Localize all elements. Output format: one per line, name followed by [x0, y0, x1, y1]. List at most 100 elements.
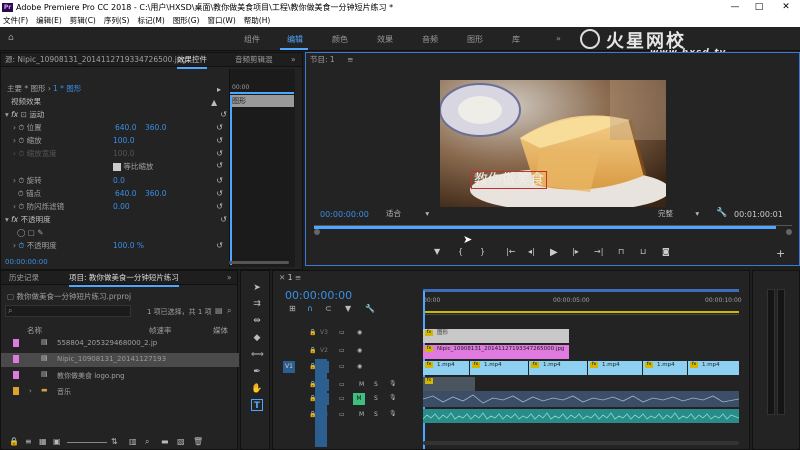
add-marker-icon[interactable]: ▼	[434, 247, 440, 256]
antiflicker-reset-icon[interactable]: ↺	[216, 201, 223, 213]
nipic-image-clip[interactable]: fx Nipic_10908131_20141127193347265000.jp…	[423, 345, 569, 359]
slip-tool-icon[interactable]: ⟺	[251, 349, 264, 361]
workspace-more-button[interactable]: »	[556, 34, 561, 43]
a3-sync-icon[interactable]: ▭	[339, 411, 345, 418]
step-forward-icon[interactable]: |▸	[572, 247, 579, 256]
panel-more-icon[interactable]: »	[291, 53, 296, 67]
audio-clip[interactable]: fx	[423, 377, 475, 391]
workspace-tab-editing[interactable]: 编辑	[287, 34, 303, 45]
list-item[interactable]: › ▬ 音乐	[1, 385, 239, 399]
scale-value[interactable]: 100.0	[113, 135, 134, 147]
find-icon[interactable]: ⌕	[227, 306, 231, 316]
tab-history[interactable]: 历史记录	[9, 273, 39, 282]
opacity-section-reset-icon[interactable]: ↺	[220, 214, 227, 226]
v2-lock-icon[interactable]: 🔒	[309, 347, 316, 354]
a3-mic-icon[interactable]: 🎙	[389, 410, 397, 417]
mark-in-icon[interactable]: {	[458, 247, 463, 256]
anchor-y-value[interactable]: 360.0	[145, 188, 166, 200]
new-search-bin-icon[interactable]: ▤	[215, 306, 223, 315]
quality-dropdown[interactable]: 完整 ▾	[658, 208, 708, 219]
anchor-x-value[interactable]: 640.0	[115, 188, 136, 200]
automate-sequence-icon[interactable]: ▥	[129, 437, 137, 446]
video-clip[interactable]: fx 1.mp4	[588, 361, 642, 375]
pen-tool-icon[interactable]: ✒	[251, 366, 263, 378]
motion-reset-icon[interactable]: ↺	[220, 109, 227, 121]
scroll-up-icon[interactable]: ▲	[211, 98, 217, 107]
graphic-clip[interactable]: fx 图形	[423, 329, 569, 343]
audio-clip[interactable]	[423, 391, 739, 407]
home-icon[interactable]: ⌂	[8, 33, 14, 43]
a3-solo[interactable]: S	[374, 411, 378, 418]
delete-icon[interactable]: 🗑	[193, 437, 203, 446]
go-to-out-icon[interactable]: →|	[594, 247, 603, 256]
a2-mic-icon[interactable]: 🎙	[389, 394, 397, 401]
menu-markers[interactable]: 标记(M)	[137, 15, 164, 26]
export-frame-camera-icon[interactable]: ◙	[662, 247, 670, 256]
antiflicker-value[interactable]: 0.00	[113, 201, 130, 213]
timeline-v-scrollbar[interactable]	[739, 323, 743, 433]
opacity-section-row[interactable]: ▾ fx 不透明度 ↺	[5, 214, 233, 226]
icon-view-icon[interactable]: ▦	[39, 437, 47, 446]
master-clip-select[interactable]: 主要 * 图形	[7, 84, 46, 93]
timeline-ruler[interactable]: 00:00 00:00:05:00 00:00:10:00	[423, 289, 742, 315]
v1-source-patch[interactable]: V1	[283, 361, 295, 373]
lock-icon[interactable]: 🔒	[9, 437, 19, 446]
selection-tool-icon[interactable]: ➤	[251, 282, 263, 294]
hand-tool-icon[interactable]: ✋	[251, 383, 263, 395]
list-item-selected[interactable]: ▤ Nipic_10908131_20141127193	[1, 353, 239, 367]
a2-mute[interactable]: M	[353, 393, 365, 405]
linked-selection-icon[interactable]: ⊂	[325, 304, 332, 313]
v1-sync-icon[interactable]: ▭	[339, 363, 345, 370]
project-more-icon[interactable]: »	[227, 271, 232, 285]
timeline-settings-icon[interactable]: 🔧	[365, 304, 375, 313]
work-area-bar[interactable]	[423, 311, 739, 313]
a2-solo[interactable]: S	[374, 395, 378, 402]
menu-edit[interactable]: 编辑(E)	[36, 15, 62, 26]
sort-icon[interactable]: ⇅	[111, 437, 118, 446]
program-timecode[interactable]: 00:00:00:00	[320, 210, 369, 219]
uniform-scale-row[interactable]: 等比缩放	[113, 161, 153, 173]
a1-solo[interactable]: S	[374, 381, 378, 388]
a1-mute[interactable]: M	[359, 381, 364, 388]
effect-controls-timecode[interactable]: 00:00:00:00	[5, 258, 48, 266]
sequence-clip-select[interactable]: 1 * 图形	[53, 83, 81, 95]
menu-file[interactable]: 文件(F)	[3, 15, 28, 26]
scale-width-reset-icon[interactable]: ↺	[216, 148, 223, 160]
scale-reset-icon[interactable]: ↺	[216, 135, 223, 147]
button-editor-plus-icon[interactable]: +	[776, 247, 785, 260]
motion-row[interactable]: ▾ fx ⊡ 运动 ↺	[5, 109, 233, 121]
workspace-tab-color[interactable]: 颜色	[332, 34, 348, 45]
type-tool-icon[interactable]: T	[251, 399, 263, 411]
timeline-zoom-bar[interactable]	[423, 289, 739, 292]
position-y-value[interactable]: 360.0	[145, 122, 166, 134]
step-back-icon[interactable]: ◂|	[528, 247, 535, 256]
a2-sync-icon[interactable]: ▭	[339, 395, 345, 402]
menu-help[interactable]: 帮助(H)	[244, 15, 271, 26]
rotation-value[interactable]: 0.0	[113, 175, 125, 187]
rotation-reset-icon[interactable]: ↺	[216, 175, 223, 187]
video-clip[interactable]: fx 1.mp4	[643, 361, 687, 375]
video-clip[interactable]: fx 1.mp4	[423, 361, 469, 375]
scrub-start-handle[interactable]	[314, 229, 320, 235]
video-clip[interactable]: fx 1.mp4	[688, 361, 739, 375]
anchor-reset-icon[interactable]: ↺	[216, 188, 223, 200]
a1-mic-icon[interactable]: 🎙	[389, 380, 397, 387]
program-video-frame[interactable]: 教你做美食	[440, 80, 666, 207]
column-name[interactable]: 名称	[27, 325, 42, 336]
v2-eye-icon[interactable]: ◉	[357, 347, 362, 354]
rectangle-mask-icon[interactable]: ▢	[28, 228, 35, 237]
freeform-view-icon[interactable]: ▣	[53, 437, 61, 446]
minimize-button[interactable]: —	[722, 0, 748, 14]
add-marker-timeline-icon[interactable]: ▼	[345, 304, 351, 313]
effect-timeline-clip[interactable]: 图形	[230, 95, 294, 107]
opacity-reset-icon[interactable]: ↺	[216, 240, 223, 252]
list-item[interactable]: ▤ 教你做美食 logo.png	[1, 369, 239, 383]
tab-project[interactable]: 项目: 教你做美食一分钟短片练习	[69, 271, 179, 287]
video-clip[interactable]: fx 1.mp4	[529, 361, 587, 375]
fit-dropdown[interactable]: 适合 ▾	[386, 208, 436, 219]
effect-zoom-scrollbar[interactable]	[229, 261, 289, 264]
extract-icon[interactable]: ⊔	[640, 247, 646, 256]
settings-wrench-icon[interactable]: 🔧	[716, 208, 727, 218]
position-reset-icon[interactable]: ↺	[216, 122, 223, 134]
position-x-value[interactable]: 640.0	[115, 122, 136, 134]
